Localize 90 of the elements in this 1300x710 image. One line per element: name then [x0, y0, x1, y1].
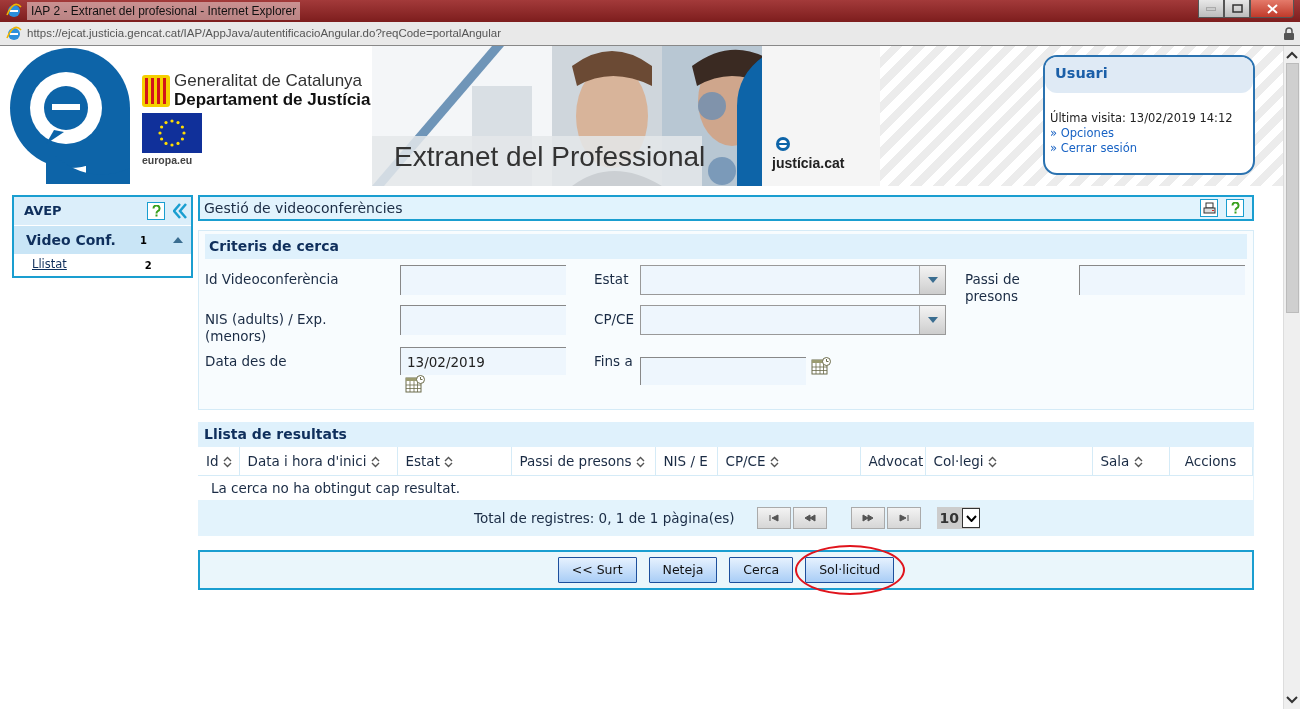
dropdown-caret-icon — [965, 514, 977, 522]
action-button[interactable]: Cerca — [729, 557, 794, 583]
field-label: Data des de — [205, 352, 288, 370]
browser-logo-icon — [6, 3, 22, 19]
section-title: Llista de resultats — [198, 422, 1254, 447]
vertical-scrollbar[interactable] — [1283, 46, 1300, 709]
page-size-select[interactable]: 10 — [936, 507, 981, 529]
section-title: Criteris de cerca — [205, 234, 1247, 259]
user-link[interactable]: » Opciones — [1050, 125, 1253, 141]
calendar-icon[interactable] — [405, 375, 425, 393]
field-label: Estat — [594, 270, 630, 288]
last-page-button[interactable] — [886, 507, 921, 529]
column-header[interactable]: Passi de presons — [511, 447, 655, 475]
action-button[interactable]: << Surt — [557, 557, 637, 583]
sidebar-item[interactable]: Video Conf. 1 — [14, 225, 191, 254]
minimize-button[interactable] — [1198, 0, 1224, 18]
user-link[interactable]: » Cerrar sesión — [1050, 140, 1253, 156]
select-field[interactable] — [640, 305, 946, 335]
column-header[interactable]: Data i hora d'inici — [239, 447, 397, 475]
first-page-icon — [767, 514, 780, 522]
sort-icon[interactable] — [635, 455, 645, 468]
dropdown-caret-icon — [927, 277, 938, 283]
sort-icon[interactable] — [987, 455, 997, 468]
last-page-icon — [897, 514, 910, 522]
field-label: NIS (adults) / Exp. (menors) — [205, 310, 328, 345]
next-page-icon — [861, 514, 874, 522]
previous-page-icon — [803, 514, 816, 522]
column-header: NIS / E — [655, 447, 717, 475]
last-visit-text: Última visita: 13/02/2019 14:12 — [1050, 110, 1234, 126]
action-button[interactable]: Neteja — [648, 557, 718, 583]
sort-icon[interactable] — [769, 455, 779, 468]
eu-caption: europa.eu — [142, 153, 194, 169]
sidebar-subitem[interactable]: Llistat — [32, 256, 67, 274]
next-page-button[interactable] — [850, 507, 885, 529]
help-icon[interactable] — [147, 202, 165, 220]
text-field[interactable] — [400, 265, 566, 295]
department-name: Departament de Justícia — [174, 90, 371, 110]
scroll-down-icon[interactable] — [1286, 695, 1298, 705]
maximize-icon — [1231, 4, 1243, 13]
action-button[interactable]: Sol·licitud — [805, 557, 895, 583]
help-icon[interactable] — [1226, 199, 1244, 217]
collapse-icon[interactable] — [173, 203, 187, 219]
shortcut-number: 2 — [144, 258, 152, 273]
brand-name: justícia.cat — [772, 154, 845, 173]
user-panel-title: Usuari — [1045, 57, 1253, 93]
expand-toggle-icon[interactable] — [173, 237, 183, 243]
field-label: Fins a — [594, 352, 634, 370]
window-title: IAP 2 - Extranet del profesional - Internet Explorer — [27, 2, 301, 20]
sort-icon[interactable] — [370, 455, 380, 468]
page-icon — [6, 25, 22, 42]
dropdown-caret-icon — [927, 317, 938, 323]
date-field[interactable] — [640, 357, 806, 385]
shortcut-number: 1 — [139, 233, 147, 248]
column-header[interactable]: Estat — [397, 447, 511, 475]
text-field[interactable] — [1079, 265, 1245, 295]
field-label: Passi de presons — [965, 270, 1021, 305]
previous-page-button[interactable] — [792, 507, 827, 529]
total-records: Total de registres: 0, 1 de 1 pàgina(es) — [474, 508, 735, 528]
sort-icon[interactable] — [444, 455, 454, 468]
first-page-button[interactable] — [756, 507, 791, 529]
close-icon — [1266, 3, 1278, 14]
sort-icon[interactable] — [1133, 455, 1143, 468]
select-field[interactable] — [640, 265, 946, 295]
sidebar-title: AVEP — [24, 202, 62, 221]
organization-name: Generalitat de Catalunya — [174, 72, 364, 91]
sort-icon[interactable] — [222, 455, 232, 468]
field-label: Id Videoconferència — [205, 270, 340, 288]
ejusticia-small-logo — [775, 136, 791, 154]
close-button[interactable] — [1250, 0, 1294, 18]
eu-flag-icon — [142, 113, 202, 154]
scroll-up-icon[interactable] — [1286, 50, 1298, 60]
sidebar-item-label: Video Conf. — [26, 230, 116, 250]
column-header: Accions — [1169, 447, 1252, 475]
page-title: Gestió de videoconferències — [204, 198, 403, 218]
maximize-button[interactable] — [1224, 0, 1250, 18]
empty-message: La cerca no ha obtingut cap resultat. — [198, 475, 1252, 500]
text-field[interactable] — [400, 305, 566, 335]
lock-icon — [1284, 27, 1294, 40]
field-label: CP/CE — [594, 310, 636, 328]
calendar-icon[interactable] — [811, 357, 831, 375]
banner-title: Extranet del Professional — [394, 140, 706, 174]
column-header[interactable]: Sala — [1092, 447, 1169, 475]
print-icon[interactable] — [1200, 199, 1218, 217]
column-header[interactable]: Id — [198, 447, 239, 475]
column-header[interactable]: CP/CE — [717, 447, 860, 475]
gencat-logo — [142, 74, 170, 107]
column-header: Advocat — [860, 447, 925, 475]
date-field[interactable]: 13/02/2019 — [400, 347, 566, 375]
column-header[interactable]: Col·legi — [925, 447, 1092, 475]
minimize-icon — [1206, 6, 1216, 11]
